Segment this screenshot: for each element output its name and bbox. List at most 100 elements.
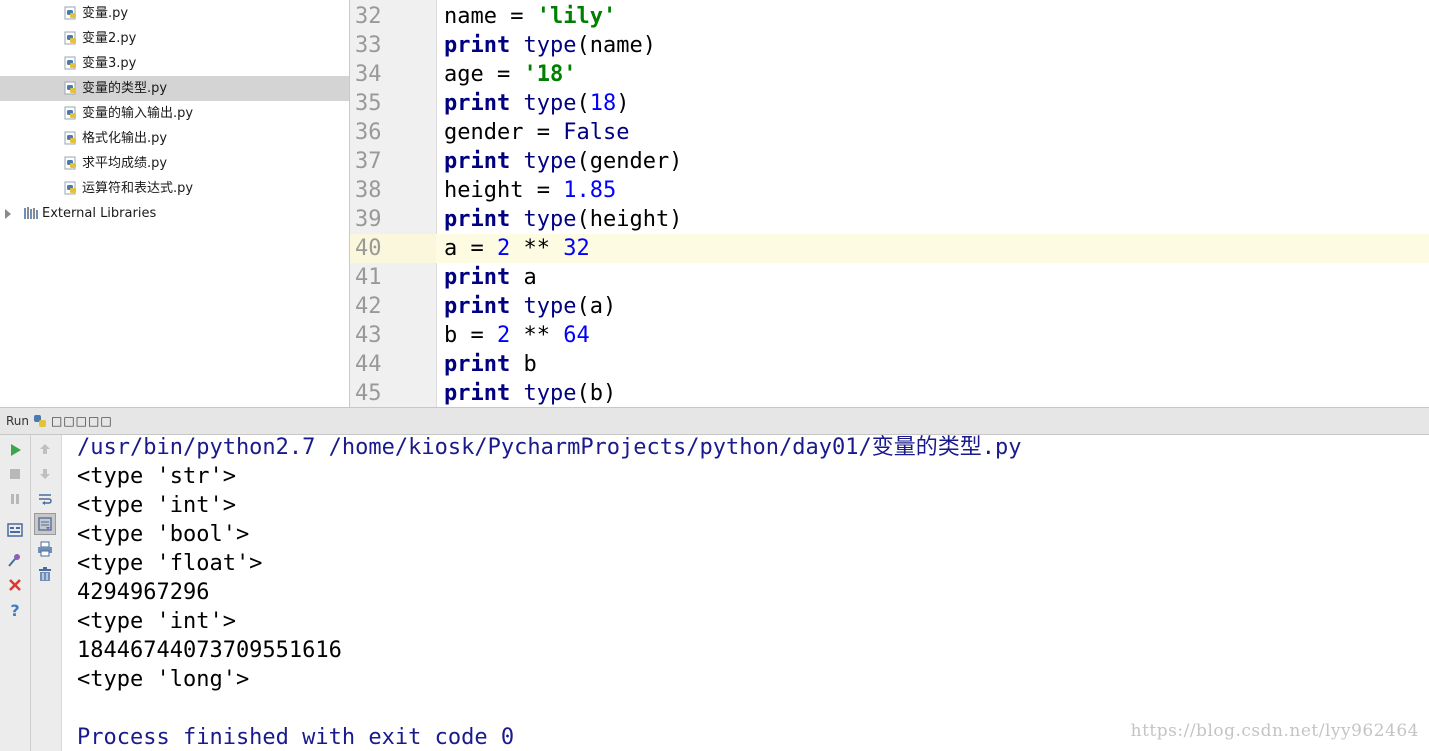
code-token: print — [444, 352, 511, 377]
code-token: ) — [616, 91, 630, 116]
code-line[interactable]: 37 print type(gender) — [350, 147, 1429, 176]
run-config-name[interactable]: □□□□□ — [51, 414, 113, 428]
python-file-icon — [64, 181, 76, 195]
code-token: print — [444, 207, 511, 232]
trash-icon[interactable] — [34, 563, 56, 585]
console-line: /usr/bin/python2.7 /home/kiosk/PycharmPr… — [77, 435, 1022, 460]
code-token: 'lily' — [536, 4, 617, 29]
tree-file-name: 运算符和表达式.py — [82, 181, 194, 196]
run-console-output[interactable]: /usr/bin/python2.7 /home/kiosk/PycharmPr… — [62, 435, 1429, 751]
line-number: 41 — [355, 265, 382, 290]
code-editor[interactable]: 32 name = 'lily' 33 print type(name) 34 age =… — [350, 0, 1429, 407]
code-line[interactable]: 32 name = 'lily' — [350, 2, 1429, 31]
code-text: print b — [444, 350, 537, 379]
code-token: print — [444, 91, 511, 116]
tree-file-name: 变量的输入输出.py — [82, 106, 194, 121]
code-text: b = 2 ** 64 — [444, 321, 590, 350]
code-text: print type(18) — [444, 89, 629, 118]
help-icon[interactable]: ? — [4, 599, 26, 621]
tree-external-libraries-label: External Libraries — [42, 206, 157, 221]
tree-file-item[interactable]: 变量的输入输出.py — [0, 101, 349, 126]
console-line: Process finished with exit code 0 — [77, 725, 515, 750]
up-arrow-icon[interactable] — [34, 438, 56, 460]
code-token: print — [444, 294, 511, 319]
code-line[interactable]: 43 b = 2 ** 64 — [350, 321, 1429, 350]
code-line[interactable]: 35 print type(18) — [350, 89, 1429, 118]
code-line[interactable]: 39 print type(height) — [350, 205, 1429, 234]
code-token: 2 — [496, 236, 511, 261]
code-line[interactable]: 40 a = 2 ** 32 — [350, 234, 1429, 263]
code-token: type — [523, 91, 577, 116]
code-token: age = — [444, 62, 524, 87]
tree-file-item[interactable]: 运算符和表达式.py — [0, 176, 349, 201]
code-token: gender = — [444, 120, 564, 145]
run-icon[interactable] — [4, 439, 26, 461]
tree-external-libraries[interactable]: External Libraries — [0, 201, 349, 226]
code-token: ( — [576, 91, 590, 116]
tree-file-name: 变量.py — [82, 6, 129, 21]
code-line[interactable]: 38 height = 1.85 — [350, 176, 1429, 205]
tree-file-item[interactable]: 变量.py — [0, 1, 349, 26]
expand-arrow-icon[interactable] — [5, 209, 11, 219]
console-line: 4294967296 — [77, 580, 210, 605]
code-line[interactable]: 44 print b — [350, 350, 1429, 379]
print-icon[interactable] — [34, 538, 56, 560]
tree-file-item[interactable]: 变量3.py — [0, 51, 349, 76]
code-text: a = 2 ** 32 — [444, 234, 590, 263]
line-number: 36 — [355, 120, 382, 145]
code-text: age = '18' — [444, 60, 576, 89]
code-token: False — [563, 120, 630, 145]
code-line[interactable]: 34 age = '18' — [350, 60, 1429, 89]
run-toolbar-primary: ? — [0, 435, 31, 751]
code-line[interactable]: 45 print type(b) — [350, 379, 1429, 407]
code-text: name = 'lily' — [444, 2, 616, 31]
soft-wrap-icon[interactable] — [34, 488, 56, 510]
line-number: 44 — [355, 352, 382, 377]
code-token: (name) — [576, 33, 656, 58]
pin-icon[interactable] — [4, 549, 26, 571]
code-text: gender = False — [444, 118, 629, 147]
tree-file-item[interactable]: 变量的类型.py — [0, 76, 349, 101]
python-file-icon — [64, 106, 76, 120]
close-icon[interactable] — [4, 574, 26, 596]
line-number: 42 — [355, 294, 382, 319]
code-token: print — [444, 381, 511, 406]
project-tree: 变量.py 变量2.py 变量3.py 变量的类型.py 变量的输入输出.py 格式化输出… — [0, 0, 350, 407]
tree-file-item[interactable]: 变量2.py — [0, 26, 349, 51]
code-text: print a — [444, 263, 537, 292]
code-token: (a) — [576, 294, 617, 319]
line-number: 33 — [355, 33, 382, 58]
code-token: type — [523, 33, 577, 58]
code-line[interactable]: 42 print type(a) — [350, 292, 1429, 321]
run-tab-label[interactable]: Run — [6, 414, 29, 428]
code-line[interactable]: 36 gender = False — [350, 118, 1429, 147]
code-token: b = — [444, 323, 497, 348]
code-line[interactable]: 33 print type(name) — [350, 31, 1429, 60]
code-token: (gender) — [576, 149, 683, 174]
tree-file-item[interactable]: 求平均成绩.py — [0, 151, 349, 176]
console-line: 18446744073709551616 — [77, 638, 342, 663]
code-token: type — [523, 381, 577, 406]
pause-icon[interactable] — [4, 488, 26, 510]
code-token: name = — [444, 4, 537, 29]
code-token: ** — [510, 236, 564, 261]
code-token: ** — [510, 323, 564, 348]
code-line[interactable]: 41 print a — [350, 263, 1429, 292]
console-line: <type 'float'> — [77, 551, 263, 576]
tree-file-name: 变量的类型.py — [82, 81, 168, 96]
tree-file-name: 求平均成绩.py — [82, 156, 168, 171]
code-token: a — [510, 265, 537, 290]
python-file-icon — [64, 6, 76, 20]
down-arrow-icon[interactable] — [34, 463, 56, 485]
code-token: 64 — [563, 323, 590, 348]
tree-file-name: 变量2.py — [82, 31, 137, 46]
scroll-to-end-icon[interactable] — [34, 513, 56, 535]
console-line: <type 'int'> — [77, 493, 236, 518]
tree-file-item[interactable]: 格式化输出.py — [0, 126, 349, 151]
stop-icon[interactable] — [4, 463, 26, 485]
layout-icon[interactable] — [4, 519, 26, 541]
